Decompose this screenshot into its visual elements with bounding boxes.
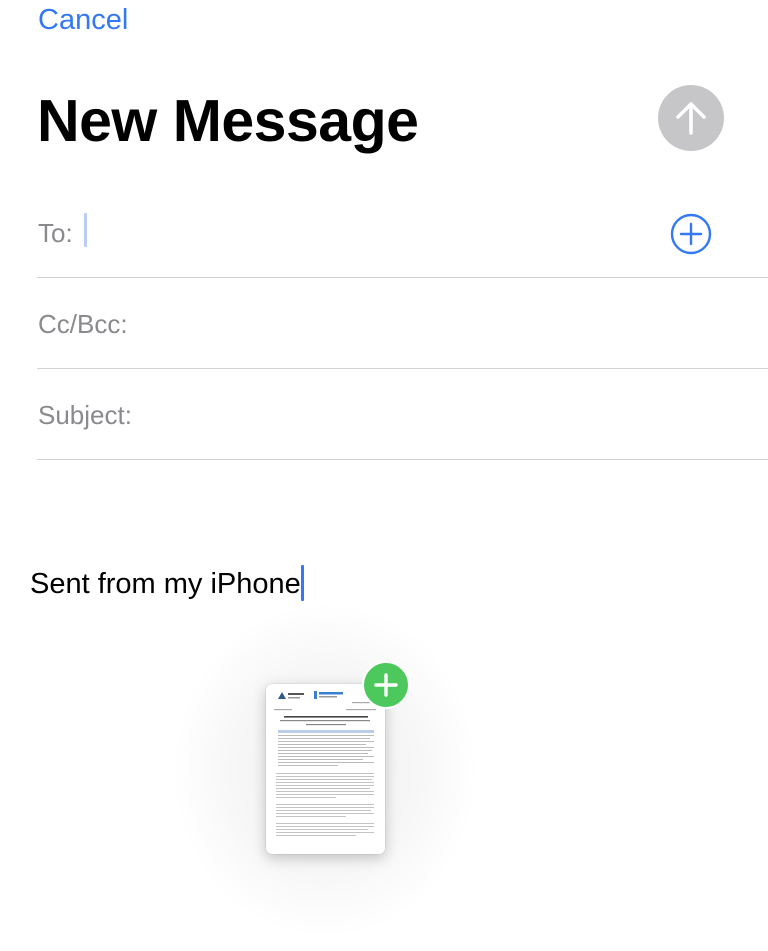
plus-icon [374,673,398,697]
page-title: New Message [37,88,419,154]
cc-bcc-field-row: Cc/Bcc: [37,279,768,369]
subject-field-row: Subject: [37,370,768,460]
arrow-up-icon [676,102,706,135]
cancel-button[interactable]: Cancel [38,4,128,37]
send-button[interactable] [658,85,724,151]
body-caret [300,565,304,601]
to-input[interactable] [81,210,768,254]
cc-bcc-input[interactable] [142,301,768,345]
to-field-row: To: [37,188,768,278]
message-body[interactable]: Sent from my iPhone [30,565,304,602]
cc-bcc-label: Cc/Bcc: [38,309,128,339]
to-label: To: [38,218,73,248]
signature-text: Sent from my iPhone [30,568,301,600]
document-thumbnail[interactable] [266,684,385,854]
drop-add-badge [362,661,410,709]
subject-input[interactable] [147,392,768,436]
to-caret [84,213,87,247]
subject-label: Subject: [38,400,132,430]
plus-circle-icon[interactable] [670,213,712,255]
document-preview [274,691,376,836]
